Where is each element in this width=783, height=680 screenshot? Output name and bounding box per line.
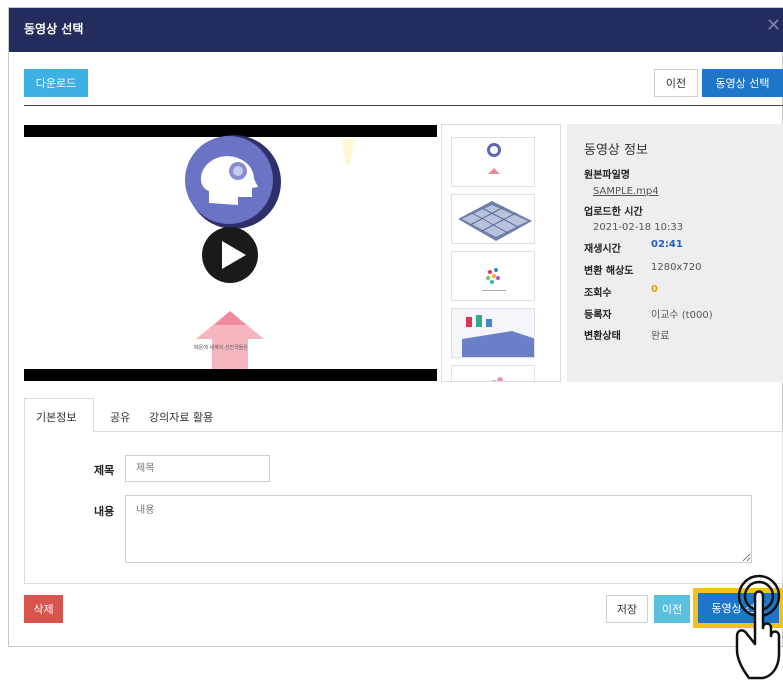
thumbnail[interactable] — [451, 308, 535, 358]
conversion-status-label: 변환상태 — [584, 331, 621, 342]
video-frame — [24, 125, 437, 381]
title-input[interactable] — [125, 455, 270, 482]
tab-basic-info-label: 기본정보 — [36, 411, 77, 424]
content-textarea[interactable] — [125, 495, 752, 563]
resolution-label: 변환 해상도 — [584, 266, 634, 277]
registrant-value: 이교수 (t000) — [651, 310, 713, 321]
title-label: 제목 — [94, 464, 115, 477]
dialog-title: 동영상 선택 — [24, 22, 84, 36]
video-info-heading: 동영상 정보 — [584, 143, 648, 158]
save-button[interactable]: 저장 — [606, 595, 648, 623]
download-button[interactable]: 다운로드 — [24, 69, 88, 97]
close-icon[interactable]: ✕ — [766, 15, 781, 36]
thumbnail-image — [458, 201, 532, 241]
delete-button[interactable]: 삭제 — [24, 595, 63, 623]
upload-time-label: 업로드한 시간 — [584, 207, 643, 218]
thumbnail-image — [482, 268, 506, 291]
tab-basic-info[interactable]: 기본정보 — [24, 398, 94, 432]
thumbnail[interactable] — [451, 194, 535, 244]
tap-hand-icon — [735, 574, 781, 680]
tab-lecture-material[interactable]: 강의자료 활용 — [149, 409, 213, 425]
upload-time-value: 2021-02-18 10:33 — [593, 222, 684, 233]
views-value: 0 — [651, 284, 658, 295]
dialog-header — [9, 8, 783, 52]
video-caption: 때문에 세계의 선진국들은 — [194, 345, 248, 351]
thumbnail[interactable] — [451, 137, 535, 187]
filename-value: SAMPLE.mp4 — [593, 186, 659, 197]
thumbnail-image — [452, 309, 534, 357]
thumbnail-image — [492, 377, 503, 381]
content-label: 내용 — [94, 505, 115, 518]
thumbnail-strip[interactable] — [441, 124, 561, 382]
registrant-label: 등록자 — [584, 310, 612, 321]
toolbar-divider — [24, 105, 783, 106]
thumbnail-image — [487, 143, 501, 174]
views-label: 조회수 — [584, 288, 612, 299]
conversion-status-value: 완료 — [651, 331, 670, 342]
thumbnail[interactable] — [451, 251, 535, 301]
prev-button[interactable]: 이전 — [654, 69, 698, 97]
resolution-value: 1280x720 — [651, 262, 702, 273]
duration-value: 02:41 — [651, 239, 683, 250]
prev-button-bottom[interactable]: 이전 — [654, 595, 690, 623]
select-video-button[interactable]: 동영상 선택 — [702, 69, 783, 97]
tab-share[interactable]: 공유 — [110, 409, 130, 425]
duration-label: 재생시간 — [584, 244, 621, 255]
thumbnail[interactable] — [451, 365, 535, 381]
video-player[interactable]: 때문에 세계의 선진국들은 — [24, 125, 437, 381]
filename-label: 원본파일명 — [584, 170, 630, 181]
